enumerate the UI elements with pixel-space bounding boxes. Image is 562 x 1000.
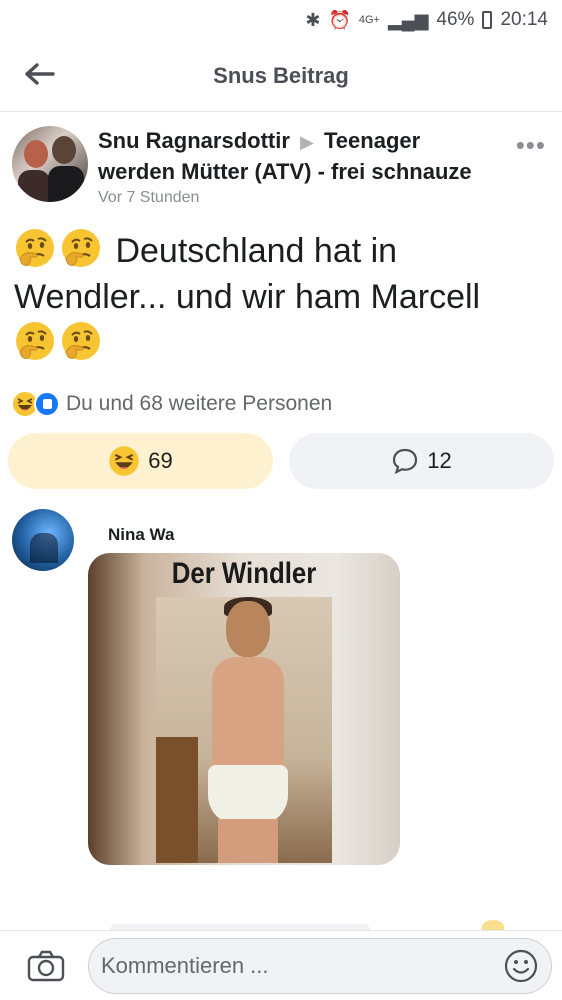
comment-count: 12: [427, 448, 452, 473]
comment-input[interactable]: [101, 952, 503, 979]
camera-button[interactable]: [26, 946, 66, 986]
post-text: Deutschland hat in Wendler... und wir ha…: [0, 207, 562, 367]
commenter-avatar[interactable]: [12, 509, 74, 571]
author-line: Snu Ragnarsdottir ▶ Teenager werden Mütt…: [98, 126, 490, 187]
comment-body: Nina Wa Der Windler: [88, 509, 400, 865]
app-header: Snus Beitrag: [0, 40, 562, 112]
reactions-summary[interactable]: Du und 68 weitere Personen: [0, 387, 562, 421]
thinking-face-icon: [60, 320, 102, 362]
post-header: Snu Ragnarsdottir ▶ Teenager werden Mütt…: [0, 112, 562, 207]
comment-item: Nina Wa Der Windler: [0, 489, 562, 865]
author-avatar[interactable]: [12, 126, 88, 202]
status-bar: ✱ ⏰ 4G+ ▂▄▆ 46% 20:14: [0, 0, 562, 40]
more-options-button[interactable]: •••: [516, 130, 546, 161]
comment-composer: [0, 930, 562, 1000]
comment-bubble-icon: [393, 448, 418, 475]
smiley-icon: [504, 949, 538, 982]
like-reaction-icon: [34, 391, 60, 417]
comment-input-wrapper: [88, 937, 552, 994]
signal-icon: ▂▄▆: [387, 9, 429, 30]
author-name[interactable]: Snu Ragnarsdottir: [98, 128, 290, 153]
alarm-icon: ⏰: [328, 9, 351, 30]
post-actions: 69 12: [0, 433, 562, 489]
thinking-face-icon: [14, 227, 56, 269]
haha-count: 69: [148, 448, 173, 473]
haha-reaction-button[interactable]: 69: [8, 433, 273, 489]
image-caption: Der Windler: [171, 557, 317, 590]
arrow-left-icon: [25, 63, 55, 85]
camera-icon: [27, 950, 65, 981]
separator-icon: ▶: [300, 132, 314, 152]
battery-level: 46%: [436, 9, 475, 30]
reactions-text: Du und 68 weitere Personen: [66, 392, 333, 415]
emoji-button[interactable]: [503, 948, 539, 984]
clock: 20:14: [500, 9, 548, 30]
thinking-face-icon: [60, 227, 102, 269]
commenter-name[interactable]: Nina Wa: [108, 525, 400, 545]
thinking-face-icon: [14, 320, 56, 362]
haha-icon: [108, 445, 140, 477]
battery-icon: [482, 11, 493, 29]
author-block: Snu Ragnarsdottir ▶ Teenager werden Mütt…: [98, 126, 550, 207]
comment-image[interactable]: Der Windler: [88, 553, 400, 865]
network-type: 4G+: [358, 14, 380, 26]
page-title: Snus Beitrag: [213, 62, 349, 88]
back-button[interactable]: [20, 54, 60, 94]
post-timestamp[interactable]: Vor 7 Stunden: [98, 189, 490, 207]
comment-button[interactable]: 12: [289, 433, 554, 489]
bluetooth-icon: ✱: [305, 9, 321, 30]
image-photo: [156, 597, 332, 863]
